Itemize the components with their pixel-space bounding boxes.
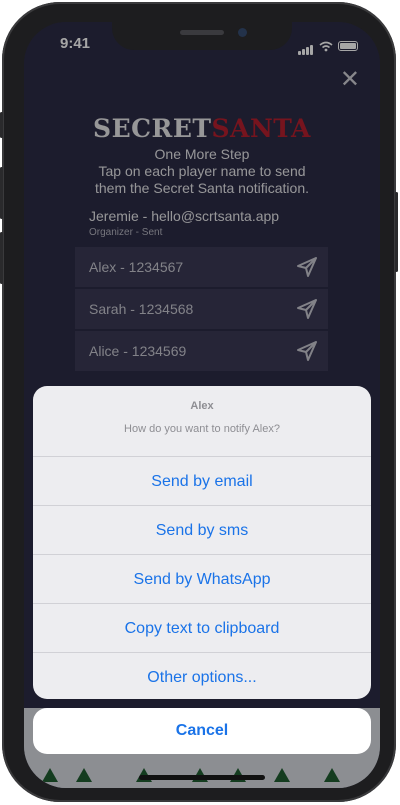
action-sheet: Alex How do you want to notify Alex? Sen… [33, 386, 371, 699]
cancel-button[interactable]: Cancel [33, 708, 371, 754]
send-email-button[interactable]: Send by email [33, 456, 371, 506]
phone-frame: 9:41 ✕ SECRETSANTA One More Step Tap on … [0, 2, 398, 802]
home-indicator[interactable] [139, 775, 265, 780]
send-whatsapp-button[interactable]: Send by WhatsApp [33, 554, 371, 604]
screen: 9:41 ✕ SECRETSANTA One More Step Tap on … [24, 22, 380, 788]
notch [112, 22, 292, 50]
volume-down-button [0, 232, 3, 284]
power-button [395, 192, 398, 272]
mute-switch [0, 112, 3, 138]
action-sheet-message: How do you want to notify Alex? [124, 423, 280, 435]
action-sheet-title: Alex [190, 400, 214, 412]
volume-up-button [0, 167, 3, 219]
send-sms-button[interactable]: Send by sms [33, 505, 371, 555]
front-camera [238, 28, 247, 37]
copy-clipboard-button[interactable]: Copy text to clipboard [33, 603, 371, 653]
speaker-grille [180, 30, 224, 35]
other-options-button[interactable]: Other options... [33, 652, 371, 699]
